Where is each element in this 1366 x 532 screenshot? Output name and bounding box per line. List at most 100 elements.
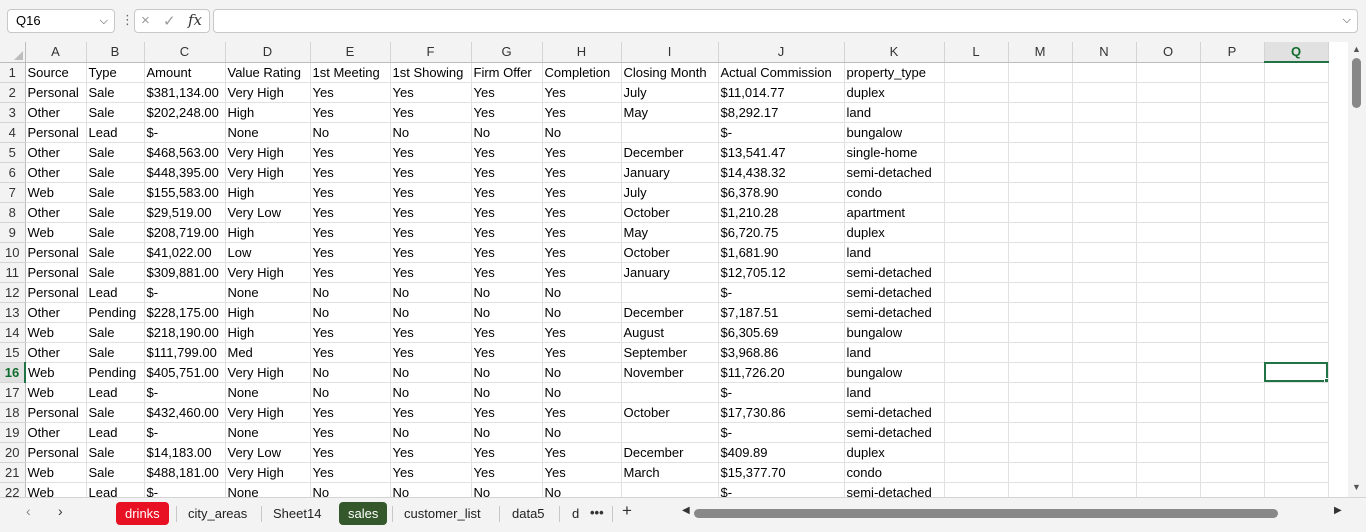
cell-d6[interactable]: Very High: [225, 162, 311, 183]
cell-o16[interactable]: [1136, 362, 1201, 383]
cell-o6[interactable]: [1136, 162, 1201, 183]
cell-c4[interactable]: $-: [144, 122, 226, 143]
cell-q4[interactable]: [1264, 122, 1329, 143]
column-header-q[interactable]: Q: [1264, 42, 1329, 63]
cell-l21[interactable]: [944, 462, 1009, 483]
cell-l10[interactable]: [944, 242, 1009, 263]
cell-b18[interactable]: Sale: [86, 402, 145, 423]
row-header[interactable]: 17: [0, 382, 26, 403]
cell-l18[interactable]: [944, 402, 1009, 423]
cell-b5[interactable]: Sale: [86, 142, 145, 163]
cell-m9[interactable]: [1008, 222, 1073, 243]
formula-input[interactable]: ⌵: [213, 9, 1358, 33]
scroll-right-icon[interactable]: ▶: [1334, 505, 1342, 516]
column-header-n[interactable]: N: [1072, 42, 1137, 63]
cell-f18[interactable]: Yes: [390, 402, 472, 423]
cell-f12[interactable]: No: [390, 282, 472, 303]
cell-h3[interactable]: Yes: [542, 102, 622, 123]
cell-i16[interactable]: November: [621, 362, 719, 383]
cell-k6[interactable]: semi-detached: [844, 162, 945, 183]
cell-c22[interactable]: $-: [144, 482, 226, 497]
cell-g10[interactable]: Yes: [471, 242, 543, 263]
previous-sheet-icon[interactable]: ‹: [26, 503, 31, 519]
cell-j11[interactable]: $12,705.12: [718, 262, 845, 283]
cell-e14[interactable]: Yes: [310, 322, 391, 343]
cell-h20[interactable]: Yes: [542, 442, 622, 463]
cell-p22[interactable]: [1200, 482, 1265, 497]
cell-n7[interactable]: [1072, 182, 1137, 203]
cell-j19[interactable]: $-: [718, 422, 845, 443]
cell-n19[interactable]: [1072, 422, 1137, 443]
cell-d9[interactable]: High: [225, 222, 311, 243]
cell-b20[interactable]: Sale: [86, 442, 145, 463]
column-header-c[interactable]: C: [144, 42, 226, 63]
cell-g9[interactable]: Yes: [471, 222, 543, 243]
cell-m11[interactable]: [1008, 262, 1073, 283]
name-box[interactable]: Q16 ⌵: [7, 9, 115, 33]
cell-e1[interactable]: 1st Meeting: [310, 62, 391, 83]
cell-l2[interactable]: [944, 82, 1009, 103]
cell-f9[interactable]: Yes: [390, 222, 472, 243]
cell-n13[interactable]: [1072, 302, 1137, 323]
cell-q7[interactable]: [1264, 182, 1329, 203]
cell-e12[interactable]: No: [310, 282, 391, 303]
cell-l16[interactable]: [944, 362, 1009, 383]
cell-j13[interactable]: $7,187.51: [718, 302, 845, 323]
cell-n2[interactable]: [1072, 82, 1137, 103]
cell-a17[interactable]: Web: [25, 382, 87, 403]
cell-e16[interactable]: No: [310, 362, 391, 383]
cell-d19[interactable]: None: [225, 422, 311, 443]
select-all-corner[interactable]: [0, 42, 26, 63]
cell-i11[interactable]: January: [621, 262, 719, 283]
cell-a10[interactable]: Personal: [25, 242, 87, 263]
cell-h8[interactable]: Yes: [542, 202, 622, 223]
cell-m3[interactable]: [1008, 102, 1073, 123]
cell-e15[interactable]: Yes: [310, 342, 391, 363]
cell-h11[interactable]: Yes: [542, 262, 622, 283]
column-header-a[interactable]: A: [25, 42, 87, 63]
cell-k14[interactable]: bungalow: [844, 322, 945, 343]
cell-m22[interactable]: [1008, 482, 1073, 497]
cell-p1[interactable]: [1200, 62, 1265, 83]
cell-o22[interactable]: [1136, 482, 1201, 497]
cell-j8[interactable]: $1,210.28: [718, 202, 845, 223]
cell-q12[interactable]: [1264, 282, 1329, 303]
cell-k13[interactable]: semi-detached: [844, 302, 945, 323]
cell-c10[interactable]: $41,022.00: [144, 242, 226, 263]
cell-c19[interactable]: $-: [144, 422, 226, 443]
cell-h18[interactable]: Yes: [542, 402, 622, 423]
cell-n22[interactable]: [1072, 482, 1137, 497]
cell-g3[interactable]: Yes: [471, 102, 543, 123]
row-header[interactable]: 11: [0, 262, 26, 283]
cell-j9[interactable]: $6,720.75: [718, 222, 845, 243]
cell-e19[interactable]: Yes: [310, 422, 391, 443]
cell-g12[interactable]: No: [471, 282, 543, 303]
cell-a1[interactable]: Source: [25, 62, 87, 83]
cell-c21[interactable]: $488,181.00: [144, 462, 226, 483]
cell-a7[interactable]: Web: [25, 182, 87, 203]
cell-j20[interactable]: $409.89: [718, 442, 845, 463]
cell-f8[interactable]: Yes: [390, 202, 472, 223]
cell-e4[interactable]: No: [310, 122, 391, 143]
cell-j6[interactable]: $14,438.32: [718, 162, 845, 183]
cell-l17[interactable]: [944, 382, 1009, 403]
cell-n10[interactable]: [1072, 242, 1137, 263]
cell-c2[interactable]: $381,134.00: [144, 82, 226, 103]
cell-a20[interactable]: Personal: [25, 442, 87, 463]
cell-p8[interactable]: [1200, 202, 1265, 223]
cell-k11[interactable]: semi-detached: [844, 262, 945, 283]
sheet-tab-d[interactable]: d: [563, 502, 588, 525]
cell-p15[interactable]: [1200, 342, 1265, 363]
cell-j16[interactable]: $11,726.20: [718, 362, 845, 383]
cell-f20[interactable]: Yes: [390, 442, 472, 463]
cell-q19[interactable]: [1264, 422, 1329, 443]
cell-b7[interactable]: Sale: [86, 182, 145, 203]
cell-b11[interactable]: Sale: [86, 262, 145, 283]
horizontal-scrollbar[interactable]: [694, 509, 1330, 518]
cell-l3[interactable]: [944, 102, 1009, 123]
cell-c9[interactable]: $208,719.00: [144, 222, 226, 243]
cell-q6[interactable]: [1264, 162, 1329, 183]
cell-p14[interactable]: [1200, 322, 1265, 343]
cell-n6[interactable]: [1072, 162, 1137, 183]
cell-q22[interactable]: [1264, 482, 1329, 497]
